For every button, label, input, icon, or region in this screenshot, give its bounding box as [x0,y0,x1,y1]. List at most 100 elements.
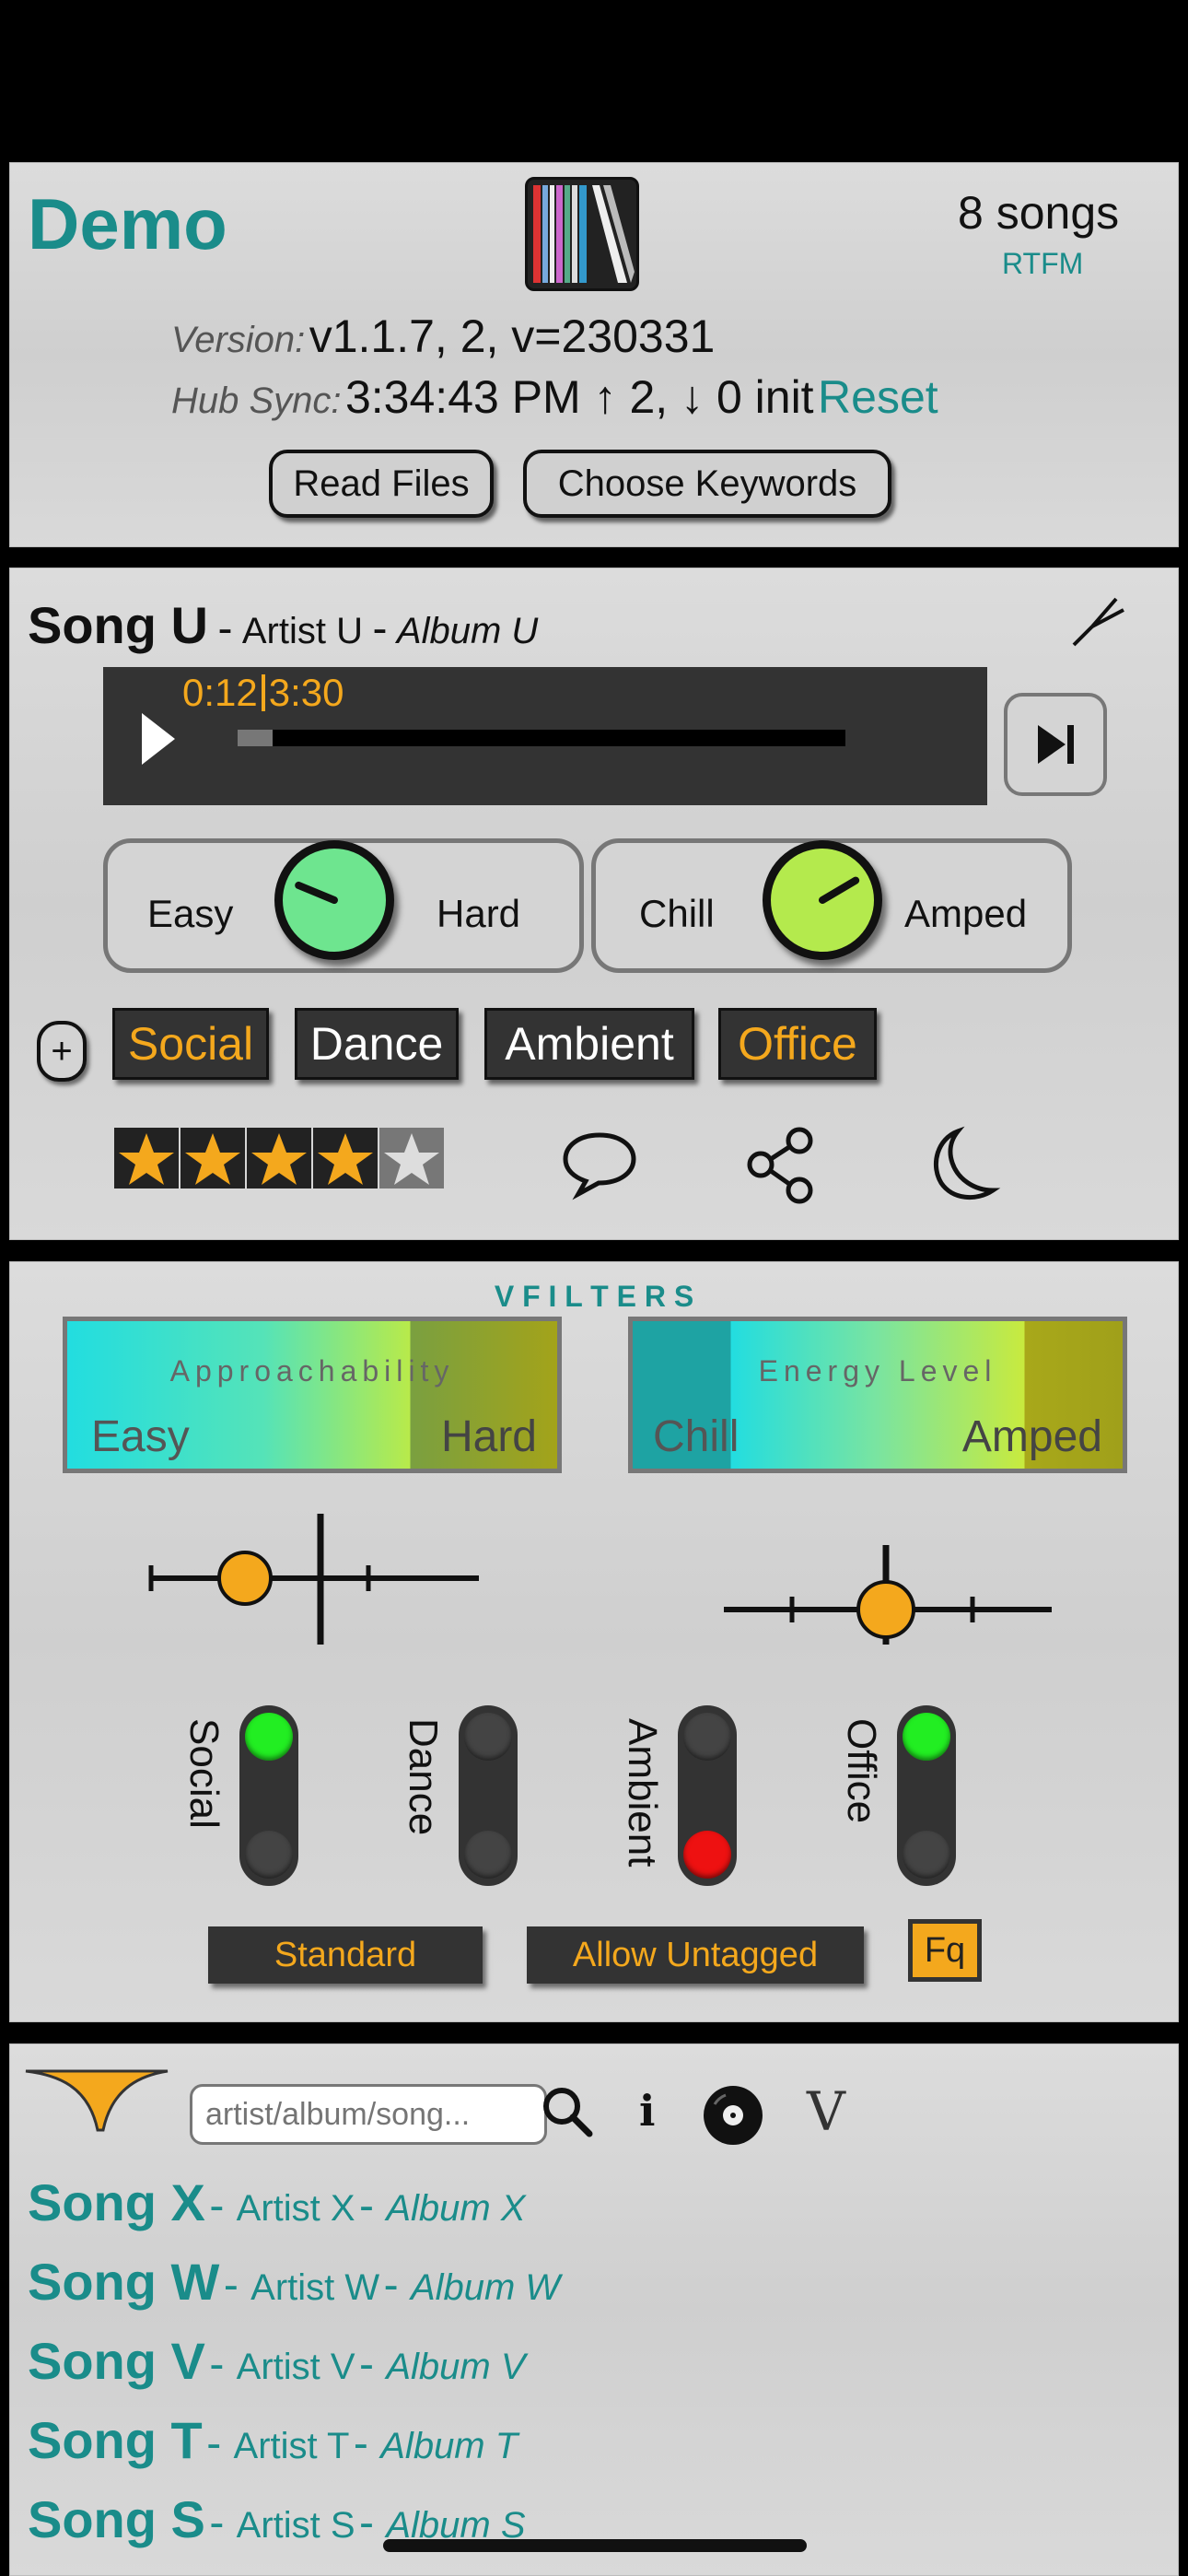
star-filled-icon[interactable] [181,1128,245,1188]
approachability-filter[interactable]: Approachability Easy Hard [63,1317,562,1473]
separator: - [359,2499,387,2547]
filter-funnel-icon[interactable] [24,2066,171,2138]
sort-icon[interactable]: V [807,2080,845,2143]
home-indicator [383,2539,807,2552]
fq-button[interactable]: Fq [908,1919,982,1982]
allow-untagged-button[interactable]: Allow Untagged [527,1926,864,1984]
hubsync-value: 3:34:43 PM ↑ 2, ↓ 0 init [344,371,814,423]
read-files-button[interactable]: Read Files [269,450,494,518]
song-artist: Artist W [250,2267,380,2308]
hubsync-label: Hub Sync: [171,381,342,421]
now-playing-album: Album U [396,611,539,651]
search-icon[interactable] [540,2084,595,2144]
skip-next-button[interactable] [1004,693,1107,796]
now-playing-panel: Song U - Artist U - Album U 0:12 3:30 Eas… [9,568,1179,1240]
energy-slider[interactable] [718,1510,1059,1653]
kw-social-toggle[interactable] [239,1705,298,1886]
tuning-fork-icon[interactable] [1070,590,1129,653]
progress-track[interactable] [238,730,845,746]
song-list-item[interactable]: Song T - Artist T - Album T [28,2410,518,2470]
star-rating[interactable] [114,1128,444,1192]
add-tag-button[interactable]: + [37,1021,87,1082]
energy-filter[interactable]: Energy Level Chill Amped [628,1317,1127,1473]
separator: - [206,2419,234,2468]
tag-office[interactable]: Office [718,1008,877,1080]
header-panel: Demo 8 songs RTFM Version: v1.1.7, 2, v=… [9,162,1179,547]
song-title: Song W [28,2253,220,2311]
approachability-left: Easy [91,1412,190,1461]
tag-label: Social [127,1018,254,1070]
elapsed-time: 0:12 [182,671,258,714]
duration-time: 3:30 [268,671,344,714]
filters-heading: V F I L T E R S [494,1280,694,1313]
approachability-right: Hard [440,1412,537,1461]
approachability-title: Approachability [169,1354,455,1388]
time-cursor [261,674,265,711]
song-album: Album V [386,2347,526,2387]
separator: - [359,2340,387,2389]
knob2-right-label: Amped [904,892,1028,935]
star-filled-icon[interactable] [247,1128,311,1188]
knob1-left-label: Easy [147,892,234,935]
album-art-stack-icon[interactable] [525,177,639,291]
song-artist: Artist S [236,2505,355,2546]
choose-keywords-button[interactable]: Choose Keywords [523,450,891,518]
version-label: Version: [171,320,306,360]
tag-label: Ambient [505,1018,674,1070]
library-panel: i V Song X - Artist X - Album X Song W -… [9,2043,1179,2576]
sleep-moon-icon[interactable] [921,1124,1004,1212]
song-list-item[interactable]: Song W - Artist W - Album W [28,2252,560,2312]
song-list-item[interactable]: Song V - Artist V - Album V [28,2331,526,2391]
rtfm-link[interactable]: RTFM [1002,247,1083,281]
energy-right: Amped [961,1412,1102,1461]
energy-title: Energy Level [758,1354,997,1388]
song-title: Song X [28,2173,205,2231]
tag-ambient[interactable]: Ambient [484,1008,694,1080]
separator: - [209,2499,237,2547]
kw-office-label: Office [839,1718,884,1824]
star-empty-icon[interactable] [379,1128,444,1188]
song-list-item[interactable]: Song X - Artist X - Album X [28,2172,526,2232]
toggle-top-dot [464,1713,512,1761]
kw-dance-label: Dance [401,1718,446,1836]
progress-fill [238,730,273,746]
kw-ambient-toggle[interactable] [678,1705,737,1886]
song-title: Song S [28,2490,205,2548]
library-search-input[interactable] [190,2084,547,2145]
separator: - [372,604,388,653]
separator: - [209,2340,237,2389]
vinyl-record-icon[interactable] [702,2084,764,2151]
toggle-bottom-dot [683,1831,731,1879]
version-value: v1.1.7, 2, v=230331 [309,310,716,362]
separator: - [359,2182,387,2231]
now-playing-artist: Artist U [241,611,363,651]
approachability-knob[interactable] [274,840,394,960]
song-album: Album X [386,2188,526,2229]
standard-mode-button[interactable]: Standard [208,1926,483,1984]
song-count: 8 songs [958,187,1120,239]
toggle-bottom-dot [903,1831,950,1879]
fq-label: Fq [913,1924,977,1977]
knob2-left-label: Chill [639,892,715,935]
kw-dance-toggle[interactable] [459,1705,518,1886]
star-filled-icon[interactable] [313,1128,378,1188]
now-playing-title-row: Song U - Artist U - Album U [28,595,538,655]
tag-dance[interactable]: Dance [295,1008,459,1080]
kw-ambient-label: Ambient [620,1718,665,1868]
play-icon[interactable] [140,711,177,771]
comment-icon[interactable] [558,1128,641,1206]
song-artist: Artist V [236,2347,355,2387]
hubsync-row: Hub Sync: 3:34:43 PM ↑ 2, ↓ 0 init Reset [171,370,938,424]
song-album: Album T [380,2426,518,2466]
tag-social[interactable]: Social [112,1008,269,1080]
approachability-slider[interactable] [147,1510,488,1653]
share-icon[interactable] [742,1124,825,1212]
kw-office-toggle[interactable] [897,1705,956,1886]
player-bar: 0:12 3:30 [103,667,987,805]
song-album: Album W [410,2267,561,2308]
star-filled-icon[interactable] [114,1128,179,1188]
info-icon[interactable]: i [639,2086,655,2136]
energy-knob[interactable] [763,840,882,960]
toggle-bottom-dot [464,1831,512,1879]
reset-link[interactable]: Reset [818,371,938,423]
